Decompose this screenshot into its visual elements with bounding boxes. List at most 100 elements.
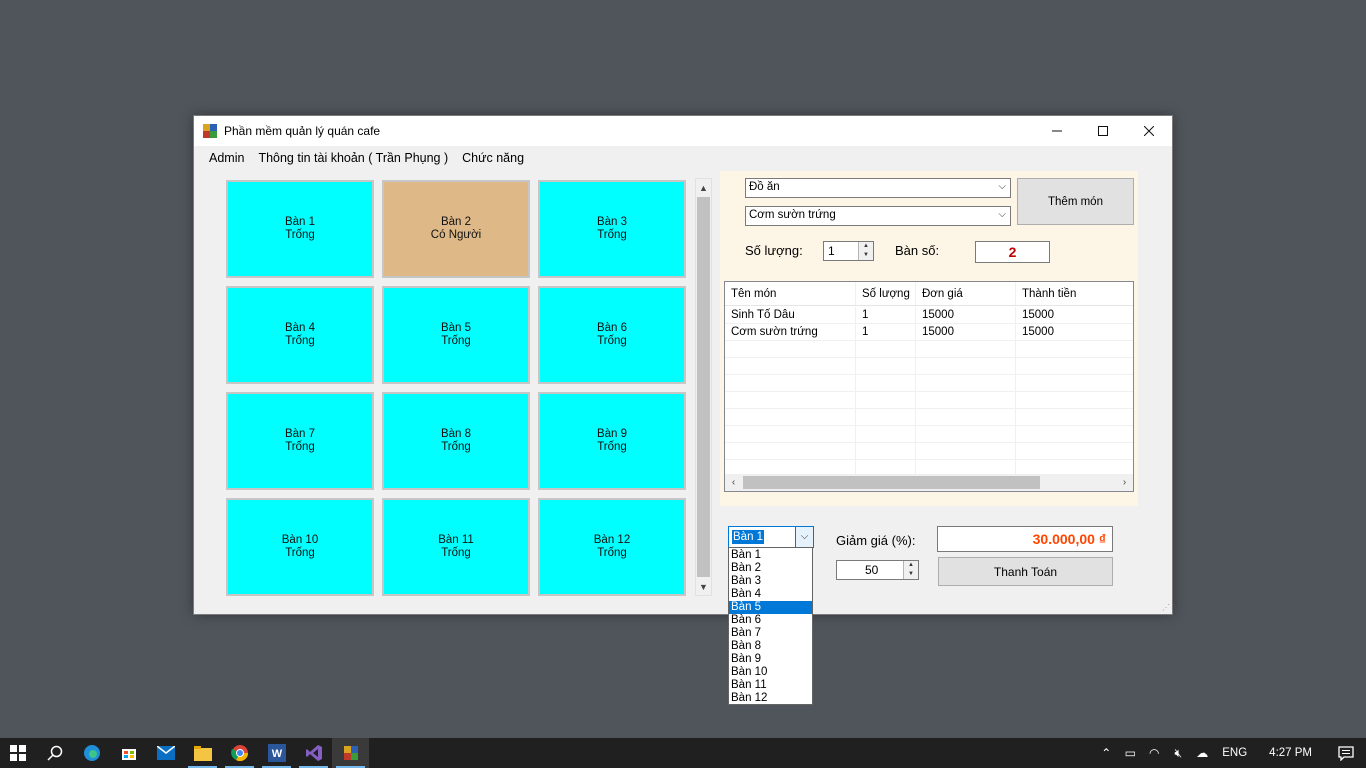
- clock[interactable]: 4:27 PM: [1255, 747, 1326, 759]
- quantity-value: 1: [828, 244, 835, 258]
- table-button-4[interactable]: Bàn 4 Trống: [226, 286, 374, 384]
- cafe-app-icon[interactable]: [332, 738, 369, 768]
- category-value: Đồ ăn: [749, 181, 780, 193]
- discount-label: Giảm giá (%):: [836, 533, 916, 548]
- dropdown-item[interactable]: Bàn 2: [729, 562, 812, 575]
- dropdown-item[interactable]: Bàn 12: [729, 692, 812, 705]
- menu-admin[interactable]: Admin: [202, 151, 251, 165]
- table-button-8[interactable]: Bàn 8 Trống: [382, 392, 530, 490]
- scroll-down-icon[interactable]: ▼: [696, 578, 711, 595]
- total-price-field: 30.000,00 ₫: [937, 526, 1113, 552]
- table-row[interactable]: Sinh Tố Dâu 1 15000 15000: [725, 307, 1133, 324]
- tables-panel: Bàn 1 Trống Bàn 2 Có Người Bàn 3 Trống Bàn …: [224, 178, 688, 596]
- cloud-icon[interactable]: ☁: [1190, 738, 1214, 768]
- stepper-arrows-icon[interactable]: ▲ ▼: [903, 561, 918, 579]
- mail-icon[interactable]: [147, 738, 184, 768]
- scroll-right-icon[interactable]: ›: [1116, 474, 1133, 491]
- table-button-5[interactable]: Bàn 5 Trống: [382, 286, 530, 384]
- menu-account-info[interactable]: Thông tin tài khoản ( Trần Phụng ): [251, 151, 455, 165]
- dropdown-item[interactable]: Bàn 8: [729, 640, 812, 653]
- add-food-button[interactable]: Thêm món: [1017, 178, 1134, 225]
- dropdown-item[interactable]: Bàn 4: [729, 588, 812, 601]
- empty-row: [725, 426, 1133, 443]
- minimize-button[interactable]: [1034, 116, 1080, 146]
- table-button-2[interactable]: Bàn 2 Có Người: [382, 180, 530, 278]
- table-button-11[interactable]: Bàn 11 Trống: [382, 498, 530, 596]
- table-dropdown-list: Bàn 1 Bàn 2 Bàn 3 Bàn 4 Bàn 5 Bàn 6 Bàn …: [728, 547, 813, 705]
- menu-functions[interactable]: Chức năng: [455, 151, 531, 165]
- close-button[interactable]: [1126, 116, 1172, 146]
- scroll-thumb[interactable]: [697, 197, 710, 577]
- table-name: Bàn 7: [284, 428, 316, 440]
- table-status: Trống: [285, 441, 315, 453]
- file-explorer-icon[interactable]: [184, 738, 221, 768]
- chevron-down-icon[interactable]: ⌵: [795, 527, 813, 547]
- column-header[interactable]: Số lượng: [856, 282, 916, 305]
- taskbar: W ⌃ ▭ ◠ 🔇︎ ☁ ENG 4:27 PM: [0, 738, 1366, 768]
- dropdown-item[interactable]: Bàn 3: [729, 575, 812, 588]
- table-button-6[interactable]: Bàn 6 Trống: [538, 286, 686, 384]
- notifications-icon[interactable]: [1326, 738, 1366, 768]
- bill-horizontal-scrollbar[interactable]: ‹ ›: [725, 474, 1133, 491]
- search-icon[interactable]: [36, 738, 73, 768]
- svg-text:W: W: [271, 748, 282, 760]
- dropdown-item[interactable]: Bàn 1: [729, 549, 812, 562]
- dropdown-item[interactable]: Bàn 6: [729, 614, 812, 627]
- discount-stepper[interactable]: 50 ▲ ▼: [836, 560, 919, 580]
- table-button-9[interactable]: Bàn 9 Trống: [538, 392, 686, 490]
- scroll-thumb[interactable]: [743, 476, 1040, 489]
- visual-studio-icon[interactable]: [295, 738, 332, 768]
- quantity-stepper[interactable]: 1 ▲ ▼: [823, 241, 874, 261]
- table-name: Bàn 12: [593, 534, 631, 546]
- food-select[interactable]: Cơm sườn trứng ⌵: [745, 206, 1011, 226]
- dropdown-item-highlighted[interactable]: Bàn 5: [729, 601, 812, 614]
- scroll-up-icon[interactable]: ▲: [696, 179, 711, 196]
- table-name: Bàn 3: [596, 216, 628, 228]
- dropdown-item[interactable]: Bàn 9: [729, 653, 812, 666]
- bill-header-row: Tên món Số lượng Đơn giá Thành tiền: [725, 282, 1133, 306]
- bill-grid[interactable]: Tên món Số lượng Đơn giá Thành tiền Sinh…: [724, 281, 1134, 492]
- checkout-button[interactable]: Thanh Toán: [938, 557, 1113, 586]
- chevron-up-icon[interactable]: ⌃: [1094, 738, 1118, 768]
- column-header[interactable]: Đơn giá: [916, 282, 1016, 305]
- word-icon[interactable]: W: [258, 738, 295, 768]
- maximize-icon: [1098, 126, 1108, 136]
- category-select[interactable]: Đồ ăn ⌵: [745, 178, 1011, 198]
- table-name: Bàn 9: [596, 428, 628, 440]
- app-window: Phần mềm quản lý quán cafe Admin Thông t…: [193, 115, 1173, 615]
- table-button-3[interactable]: Bàn 3 Trống: [538, 180, 686, 278]
- table-row[interactable]: Cơm sườn trứng 1 15000 15000: [725, 324, 1133, 341]
- resize-grip-icon[interactable]: ⋰: [1162, 603, 1170, 612]
- close-icon: [1144, 126, 1154, 136]
- chrome-icon[interactable]: [221, 738, 258, 768]
- table-button-1[interactable]: Bàn 1 Trống: [226, 180, 374, 278]
- table-button-7[interactable]: Bàn 7 Trống: [226, 392, 374, 490]
- tables-scrollbar[interactable]: ▲ ▼: [695, 178, 712, 596]
- cell-food-name: Sinh Tố Dâu: [725, 307, 856, 323]
- dropdown-item[interactable]: Bàn 10: [729, 666, 812, 679]
- battery-icon[interactable]: ▭: [1118, 738, 1142, 768]
- stepper-arrows-icon[interactable]: ▲ ▼: [858, 242, 873, 260]
- dropdown-item[interactable]: Bàn 7: [729, 627, 812, 640]
- start-icon[interactable]: [0, 738, 36, 768]
- wifi-icon[interactable]: ◠: [1142, 738, 1166, 768]
- empty-row: [725, 409, 1133, 426]
- volume-mute-icon[interactable]: 🔇︎: [1166, 738, 1190, 768]
- maximize-button[interactable]: [1080, 116, 1126, 146]
- table-button-12[interactable]: Bàn 12 Trống: [538, 498, 686, 596]
- language-indicator[interactable]: ENG: [1214, 747, 1255, 759]
- switch-table-select[interactable]: Bàn 1 ⌵: [728, 526, 814, 548]
- cell-total: 15000: [1022, 309, 1054, 321]
- column-header[interactable]: Tên món: [725, 282, 856, 305]
- store-icon[interactable]: [110, 738, 147, 768]
- title-bar[interactable]: Phần mềm quản lý quán cafe: [194, 116, 1172, 146]
- cell-total: 15000: [1022, 326, 1054, 338]
- table-button-10[interactable]: Bàn 10 Trống: [226, 498, 374, 596]
- food-value: Cơm sườn trứng: [749, 209, 836, 221]
- table-name: Bàn 4: [284, 322, 316, 334]
- scroll-left-icon[interactable]: ‹: [725, 474, 742, 491]
- column-header[interactable]: Thành tiền: [1016, 282, 1133, 305]
- table-name: Bàn 6: [596, 322, 628, 334]
- edge-icon[interactable]: [73, 738, 110, 768]
- dropdown-item[interactable]: Bàn 11: [729, 679, 812, 692]
